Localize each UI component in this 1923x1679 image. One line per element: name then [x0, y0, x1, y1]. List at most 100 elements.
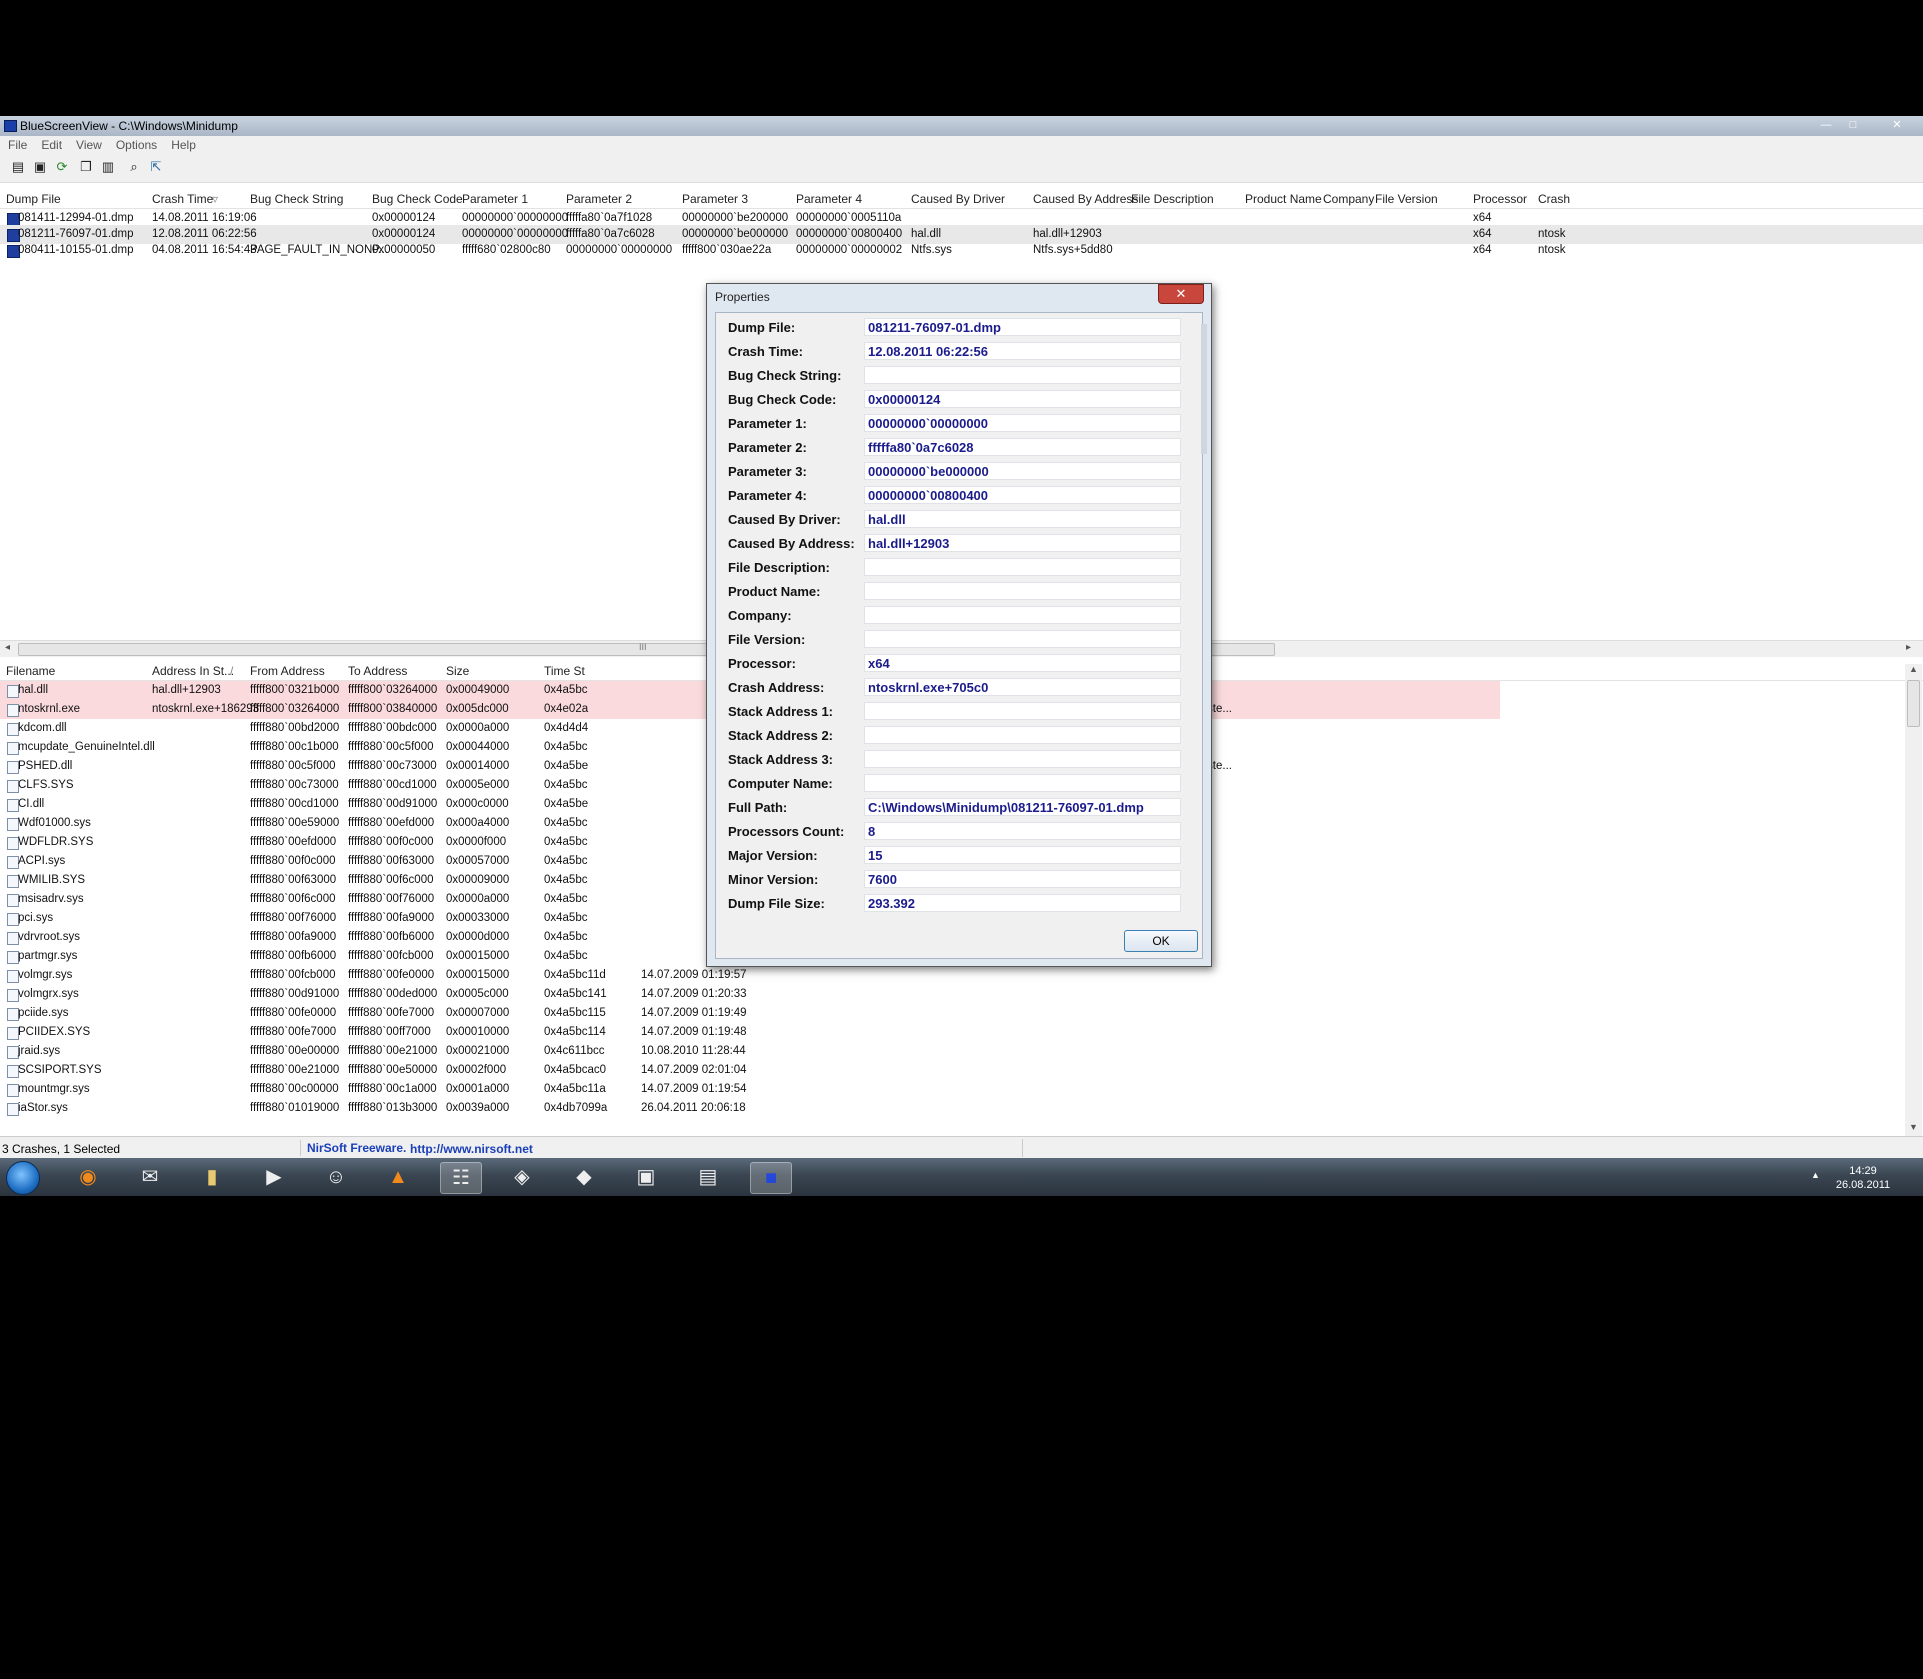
scroll-left-icon[interactable]: ◂: [5, 642, 10, 653]
property-label: Company:: [728, 608, 792, 623]
crash-row[interactable]: 080411-10155-01.dmp 04.08.2011 16:54:43 PA…: [0, 241, 1923, 260]
nvidia-icon[interactable]: ◆: [564, 1162, 604, 1192]
properties-icon[interactable]: ▤: [10, 159, 26, 175]
crash-col-header[interactable]: File Version: [1375, 192, 1438, 206]
driver-cell: fffff880`00f63000: [348, 855, 435, 867]
crash-col-header[interactable]: File Description: [1131, 192, 1214, 206]
start-button[interactable]: [6, 1161, 40, 1195]
nirsoft-link[interactable]: http://www.nirsoft.net: [410, 1142, 533, 1156]
crash-col-header[interactable]: Parameter 4: [796, 192, 862, 206]
crash-col-header[interactable]: Company: [1323, 192, 1374, 206]
tray-arrow-icon[interactable]: ▲: [1811, 1170, 1820, 1180]
property-value[interactable]: [864, 366, 1181, 384]
property-value[interactable]: C:\Windows\Minidump\081211-76097-01.dmp: [864, 798, 1181, 816]
minimize-button[interactable]: —: [1814, 118, 1838, 133]
crash-col-header[interactable]: Caused By Address: [1033, 192, 1138, 206]
property-value[interactable]: 0x00000124: [864, 390, 1181, 408]
copy-icon[interactable]: ❐: [78, 159, 94, 175]
crash-col-header[interactable]: Dump File: [6, 192, 61, 206]
dialog-close-button[interactable]: ✕: [1158, 284, 1204, 304]
winrar-icon[interactable]: ▤: [688, 1162, 728, 1192]
crash-col-header[interactable]: Bug Check Code: [372, 192, 463, 206]
property-value[interactable]: [864, 774, 1181, 792]
driver-row[interactable]: pciide.sys fffff880`00fe0000 fffff880`00fe…: [0, 1004, 1923, 1023]
property-value[interactable]: 293.392: [864, 894, 1181, 912]
driver-row[interactable]: volmgrx.sys fffff880`00d91000 fffff880`00d…: [0, 985, 1923, 1004]
title-bar[interactable]: BlueScreenView - C:\Windows\Minidump — □…: [0, 116, 1923, 136]
save-icon[interactable]: ▣: [32, 159, 48, 175]
property-value[interactable]: hal.dll: [864, 510, 1181, 528]
close-button[interactable]: ✕: [1880, 118, 1914, 133]
unknown-app-icon[interactable]: ◈: [502, 1162, 542, 1192]
driver-col-header[interactable]: To Address: [348, 664, 407, 678]
property-value[interactable]: 00000000`be000000: [864, 462, 1181, 480]
driver-row[interactable]: iaStor.sys fffff880`01019000 fffff880`013b…: [0, 1099, 1923, 1118]
driver-col-header[interactable]: Size: [446, 664, 469, 678]
html-report-icon[interactable]: ▥: [100, 159, 116, 175]
menu-edit[interactable]: Edit: [33, 136, 68, 152]
menu-options[interactable]: Options: [108, 136, 163, 152]
driver-cell: volmgr.sys: [18, 969, 73, 981]
property-value[interactable]: hal.dll+12903: [864, 534, 1181, 552]
crash-col-header[interactable]: Parameter 1: [462, 192, 528, 206]
property-value[interactable]: 15: [864, 846, 1181, 864]
property-value[interactable]: [864, 702, 1181, 720]
property-value[interactable]: [864, 750, 1181, 768]
property-value[interactable]: 081211-76097-01.dmp: [864, 318, 1181, 336]
clock[interactable]: 14:29 26.08.2011: [1828, 1164, 1898, 1192]
pidgin-icon[interactable]: ☺: [316, 1162, 356, 1192]
crash-col-header[interactable]: Parameter 3: [682, 192, 748, 206]
crash-col-header[interactable]: Bug Check String: [250, 192, 343, 206]
network-icon[interactable]: ☷: [440, 1162, 482, 1194]
find-icon[interactable]: ⌕: [126, 159, 142, 175]
vscroll-thumb[interactable]: [1907, 680, 1920, 727]
property-value[interactable]: [864, 606, 1181, 624]
driver-col-header[interactable]: Filename: [6, 664, 55, 678]
vertical-scrollbar[interactable]: ▲ ▼: [1905, 664, 1922, 1136]
scroll-up-icon[interactable]: ▲: [1909, 664, 1918, 674]
property-value[interactable]: [864, 582, 1181, 600]
property-value[interactable]: 12.08.2011 06:22:56: [864, 342, 1181, 360]
driver-row[interactable]: volmgr.sys fffff880`00fcb000 fffff880`00fe…: [0, 966, 1923, 985]
crash-col-header[interactable]: Processor: [1473, 192, 1527, 206]
crash-col-header[interactable]: Product Name: [1245, 192, 1322, 206]
ok-button[interactable]: OK: [1124, 930, 1198, 952]
property-value[interactable]: 00000000`00800400: [864, 486, 1181, 504]
monitor-app-icon[interactable]: ▣: [626, 1162, 666, 1192]
driver-row[interactable]: mountmgr.sys fffff880`00c00000 fffff880`00…: [0, 1080, 1923, 1099]
property-value[interactable]: 7600: [864, 870, 1181, 888]
driver-row[interactable]: jraid.sys fffff880`00e00000 fffff880`00e21…: [0, 1042, 1923, 1061]
explorer-icon[interactable]: ▮: [192, 1162, 232, 1192]
crash-col-header[interactable]: Parameter 2: [566, 192, 632, 206]
property-value[interactable]: x64: [864, 654, 1181, 672]
firefox-icon[interactable]: ◉: [68, 1162, 108, 1192]
menu-help[interactable]: Help: [163, 136, 202, 152]
maximize-button[interactable]: □: [1841, 118, 1865, 133]
driver-col-header[interactable]: Time St: [544, 664, 585, 678]
exit-icon[interactable]: ⇱: [148, 159, 164, 175]
property-value[interactable]: ntoskrnl.exe+705c0: [864, 678, 1181, 696]
property-value[interactable]: [864, 558, 1181, 576]
property-value[interactable]: fffffa80`0a7c6028: [864, 438, 1181, 456]
property-value[interactable]: 00000000`00000000: [864, 414, 1181, 432]
driver-col-header[interactable]: Address In St...: [152, 664, 234, 678]
crash-col-header[interactable]: Caused By Driver: [911, 192, 1005, 206]
crash-col-header[interactable]: Crash Time: [152, 192, 213, 206]
scroll-right-icon[interactable]: ▸: [1906, 642, 1911, 653]
property-value[interactable]: 8: [864, 822, 1181, 840]
menu-file[interactable]: File: [0, 136, 33, 152]
crash-col-header[interactable]: Crash: [1538, 192, 1570, 206]
menu-view[interactable]: View: [68, 136, 108, 152]
driver-row[interactable]: PCIIDEX.SYS fffff880`00fe7000 fffff880`00f…: [0, 1023, 1923, 1042]
driver-cell: CLFS.SYS: [18, 779, 74, 791]
driver-col-header[interactable]: From Address: [250, 664, 325, 678]
vlc-icon[interactable]: ▲: [378, 1162, 418, 1192]
driver-row[interactable]: SCSIPORT.SYS fffff880`00e21000 fffff880`00…: [0, 1061, 1923, 1080]
thunderbird-icon[interactable]: ✉: [130, 1162, 170, 1192]
scroll-down-icon[interactable]: ▼: [1909, 1122, 1918, 1132]
bluescreenview-icon[interactable]: ■: [750, 1162, 792, 1194]
refresh-icon[interactable]: ⟳: [54, 159, 70, 175]
property-value[interactable]: [864, 630, 1181, 648]
media-player-icon[interactable]: ▶: [254, 1162, 294, 1192]
property-value[interactable]: [864, 726, 1181, 744]
